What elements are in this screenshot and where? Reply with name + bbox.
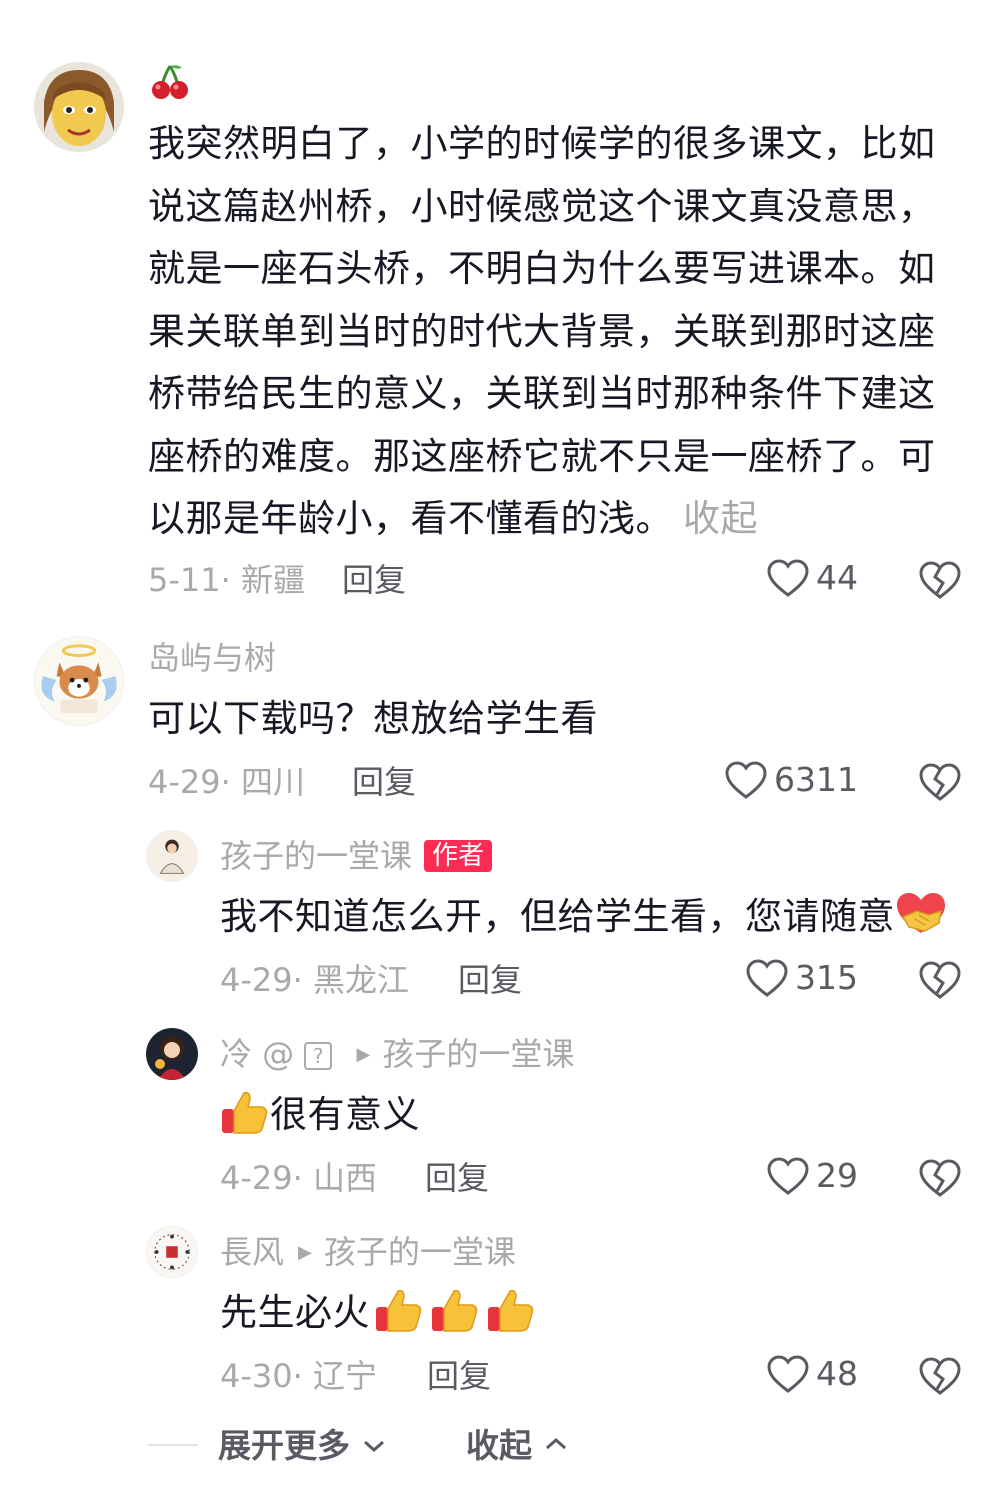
reply-meta: 4-29· 黑龙江	[220, 961, 409, 999]
reply-text-content: 我不知道怎么开，但给学生看，您请随意	[220, 895, 895, 938]
expand-more-button[interactable]: 展开更多	[218, 1426, 386, 1466]
broken-heart-icon	[919, 763, 961, 801]
username[interactable]: 孩子的一堂课 作者	[220, 836, 493, 876]
reply-text-content: 很有意义	[270, 1093, 420, 1136]
collapse-label: 收起	[466, 1426, 532, 1465]
reply-text-content: 先生必火	[220, 1291, 370, 1334]
username-text: 孩子的一堂课	[220, 837, 413, 875]
comment-text: 我突然明白了，小学的时候学的很多课文，比如 说这篇赵州桥，小时候感觉这个课文真没…	[148, 113, 948, 551]
like-count: 6311	[774, 760, 858, 799]
reply-button[interactable]: 回复	[427, 1356, 491, 1396]
avatar[interactable]	[34, 62, 124, 152]
reply-to-username[interactable]: 孩子的一堂课	[324, 1233, 516, 1271]
dislike-button[interactable]	[918, 959, 962, 1001]
thumbs-up-icon	[486, 1287, 536, 1353]
reply-meta: 4-29· 山西	[220, 1159, 377, 1197]
reply-button[interactable]: 回复	[342, 560, 406, 600]
avatar[interactable]	[34, 636, 124, 726]
reply-text: 先生必火	[220, 1282, 536, 1353]
expand-more-label: 展开更多	[218, 1426, 350, 1465]
thumbs-up-icon	[374, 1287, 424, 1353]
collapse-text-button[interactable]: 收起	[683, 497, 758, 540]
thumbs-up-icon	[220, 1089, 270, 1155]
chevron-up-icon	[545, 1437, 566, 1450]
dislike-button[interactable]	[918, 1355, 962, 1397]
dislike-button[interactable]	[918, 761, 962, 803]
comment-meta: 4-29· 四川	[148, 763, 305, 801]
unknown-glyph-box: ?	[304, 1042, 333, 1070]
dislike-button[interactable]	[918, 1157, 962, 1199]
username[interactable]: 長风 ▶ 孩子的一堂课	[220, 1232, 516, 1273]
reply-text: 我不知道怎么开，但给学生看，您请随意	[220, 886, 947, 957]
reply-arrow-icon: ▶	[298, 1242, 312, 1263]
broken-heart-icon	[919, 1159, 961, 1197]
comment-line: 说这篇赵州桥，小时候感觉这个课文真没意思，	[148, 184, 936, 228]
username-text: 長风	[220, 1233, 285, 1271]
broken-heart-icon	[919, 1357, 961, 1395]
heart-icon	[767, 1355, 809, 1393]
thumbs-up-icon	[430, 1287, 480, 1353]
username[interactable]: 岛屿与树	[148, 638, 276, 678]
username[interactable]	[150, 62, 190, 105]
heart-icon	[746, 959, 788, 997]
like-button[interactable]: 6311	[724, 760, 858, 800]
reply-arrow-icon: ▶	[356, 1044, 371, 1065]
avatar[interactable]	[146, 830, 198, 882]
like-count: 48	[816, 1354, 858, 1393]
like-button[interactable]: 315	[745, 958, 858, 998]
dislike-button[interactable]	[918, 559, 962, 601]
avatar[interactable]	[146, 1226, 198, 1278]
author-badge: 作者	[424, 840, 493, 872]
comment-line-last: 以那是年龄小，看不懂看的浅。 收起	[148, 488, 948, 551]
reply-meta: 4-30· 辽宁	[220, 1357, 377, 1395]
avatar[interactable]	[146, 1028, 198, 1080]
comment-line: 座桥的难度。那这座桥它就不只是一座桥了。可	[148, 434, 936, 478]
reply-button[interactable]: 回复	[458, 960, 522, 1000]
chevron-down-icon	[363, 1440, 384, 1453]
footer-divider	[148, 1444, 198, 1446]
reply-button[interactable]: 回复	[425, 1158, 489, 1198]
handshake-heart-icon	[895, 891, 947, 957]
reply-to-username[interactable]: 孩子的一堂课	[382, 1035, 574, 1073]
like-button[interactable]: 48	[766, 1354, 858, 1394]
broken-heart-icon	[919, 961, 961, 999]
comment-line: 我突然明白了，小学的时候学的很多课文，比如	[148, 122, 936, 165]
reply-button[interactable]: 回复	[352, 762, 416, 802]
comment-line: 以那是年龄小，看不懂看的浅。	[148, 497, 673, 540]
comment-text: 可以下载吗？想放给学生看	[148, 697, 598, 740]
reply-text: 很有意义	[220, 1084, 420, 1155]
like-button[interactable]: 44	[766, 558, 858, 598]
heart-icon	[767, 559, 809, 597]
comment-line: 桥带给民生的意义，关联到当时那种条件下建这	[148, 372, 936, 415]
comment-line: 果关联单到当时的时代大背景，关联到那时这座	[148, 309, 936, 353]
comment-meta: 5-11· 新疆	[148, 561, 305, 599]
like-count: 29	[816, 1156, 858, 1195]
like-count: 44	[816, 558, 858, 597]
comment-line: 就是一座石头桥，不明白为什么要写进课本。如	[148, 247, 936, 290]
username-text: 冷 @	[220, 1035, 295, 1073]
heart-icon	[725, 761, 767, 799]
username[interactable]: 冷 @ ? ▶ 孩子的一堂课	[220, 1034, 574, 1075]
like-button[interactable]: 29	[766, 1156, 858, 1196]
heart-icon	[767, 1157, 809, 1195]
collapse-replies-button[interactable]: 收起	[466, 1426, 568, 1466]
cherry-icon	[150, 65, 190, 105]
broken-heart-icon	[919, 561, 961, 599]
like-count: 315	[795, 958, 858, 997]
